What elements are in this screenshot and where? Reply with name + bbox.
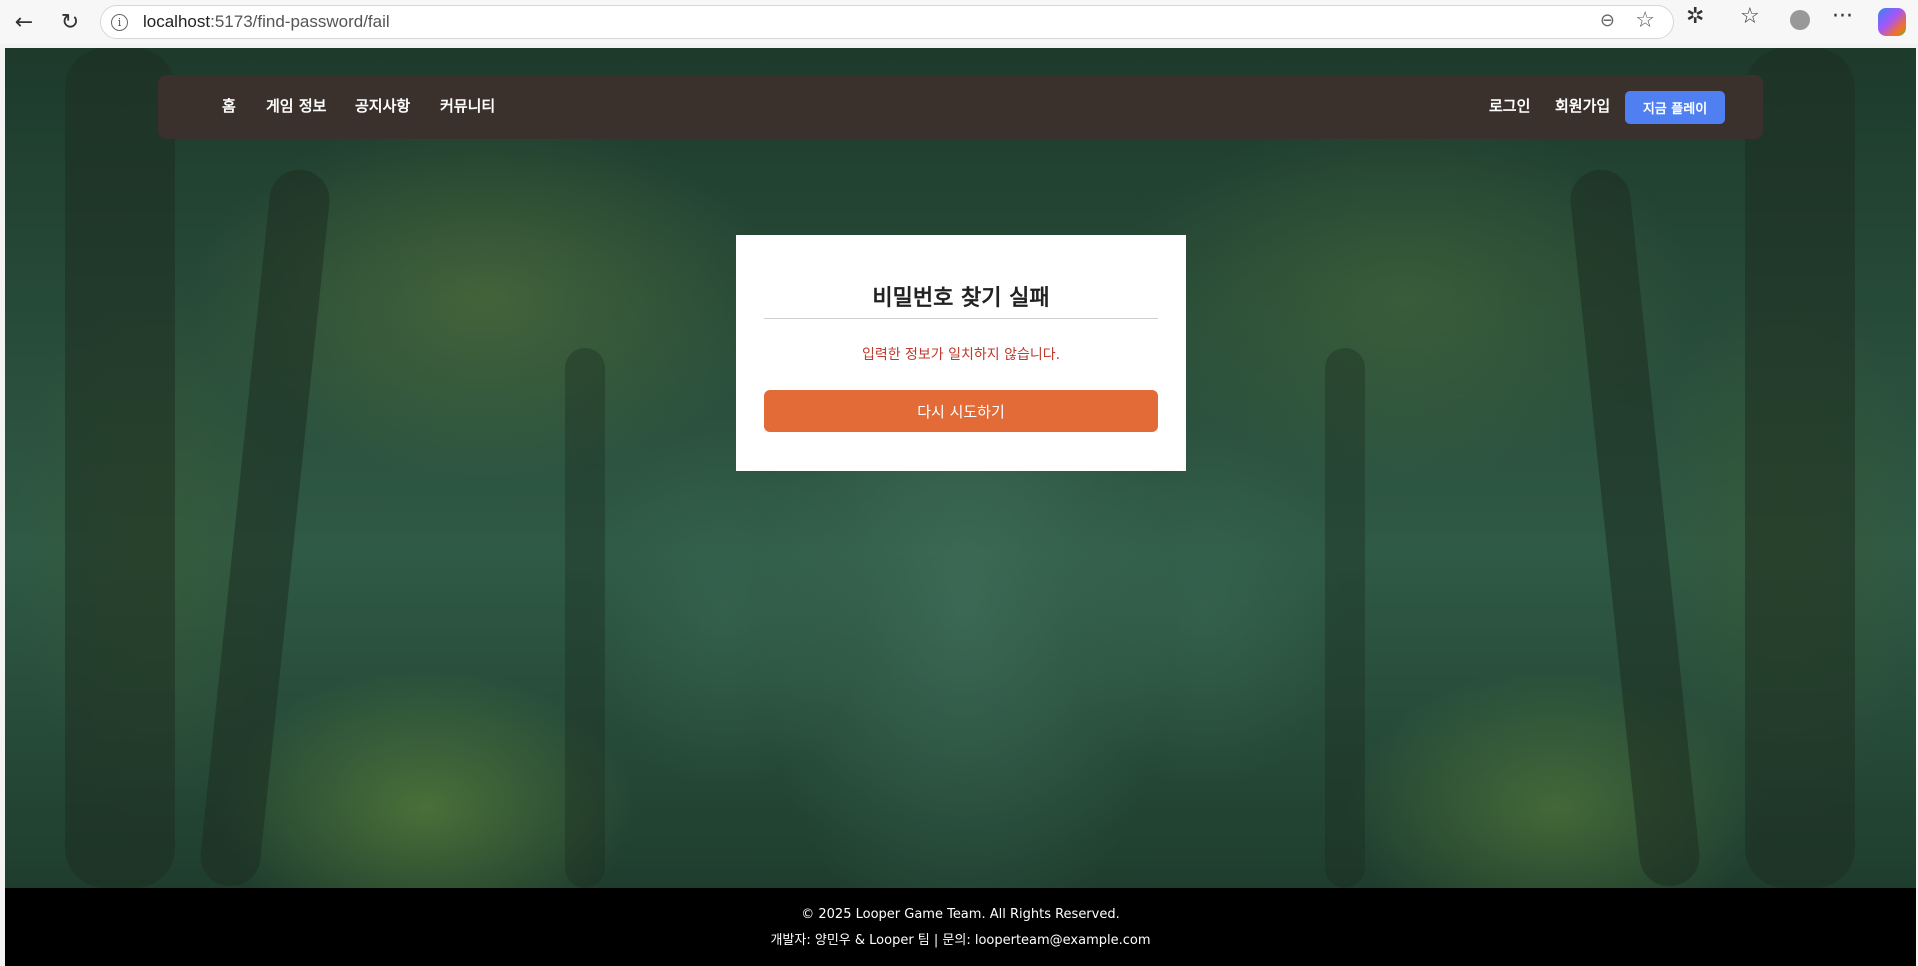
divider: [764, 318, 1158, 319]
zoom-icon[interactable]: ⊖: [1600, 10, 1615, 31]
url-host: localhost: [143, 12, 211, 31]
site-info-icon[interactable]: i: [111, 14, 128, 31]
back-arrow-icon[interactable]: ←: [6, 4, 42, 40]
nav-login[interactable]: 로그인: [1489, 95, 1530, 116]
site-footer: © 2025 Looper Game Team. All Rights Rese…: [5, 888, 1916, 966]
more-options-icon[interactable]: ···: [1832, 4, 1853, 29]
password-fail-card: 비밀번호 찾기 실패 입력한 정보가 일치하지 않습니다. 다시 시도하기: [736, 235, 1186, 471]
copilot-icon[interactable]: [1878, 8, 1906, 36]
nav-signup[interactable]: 회원가입: [1555, 95, 1610, 116]
tree-trunk: [197, 166, 333, 890]
tree-trunk: [65, 48, 175, 888]
nav-home[interactable]: 홈: [222, 95, 236, 116]
url-path: :5173/find-password/fail: [210, 12, 390, 31]
retry-button[interactable]: 다시 시도하기: [764, 390, 1158, 432]
nav-game-info[interactable]: 게임 정보: [266, 95, 326, 116]
address-bar[interactable]: i localhost:5173/find-password/fail ⊖ ☆: [100, 5, 1674, 39]
extensions-icon[interactable]: ✲: [1686, 4, 1704, 29]
favorites-icon[interactable]: ☆: [1740, 4, 1760, 29]
tree-trunk: [1325, 348, 1365, 888]
tree-trunk: [565, 348, 605, 888]
url-text[interactable]: localhost:5173/find-password/fail: [143, 12, 390, 32]
error-message: 입력한 정보가 일치하지 않습니다.: [861, 347, 1061, 363]
card-title: 비밀번호 찾기 실패: [872, 286, 1050, 311]
reload-icon[interactable]: ↻: [52, 4, 88, 40]
browser-toolbar: ← ↻ i localhost:5173/find-password/fail …: [0, 0, 1918, 44]
profile-icon[interactable]: [1790, 10, 1810, 30]
footer-credits: 개발자: 양민우 & Looper 팀 | 문의: looperteam@exa…: [770, 933, 1151, 948]
nav-community[interactable]: 커뮤니티: [440, 95, 495, 116]
play-now-button[interactable]: 지금 플레이: [1625, 91, 1725, 124]
bookmark-star-icon[interactable]: ☆: [1635, 8, 1655, 33]
tree-trunk: [1567, 166, 1703, 890]
page-viewport: 홈 게임 정보 공지사항 커뮤니티 로그인 회원가입 지금 플레이 비밀번호 찾…: [5, 48, 1916, 966]
nav-notice[interactable]: 공지사항: [355, 95, 410, 116]
footer-copyright: © 2025 Looper Game Team. All Rights Rese…: [801, 907, 1120, 922]
tree-trunk: [1745, 48, 1855, 888]
site-header: 홈 게임 정보 공지사항 커뮤니티 로그인 회원가입 지금 플레이: [158, 75, 1763, 139]
